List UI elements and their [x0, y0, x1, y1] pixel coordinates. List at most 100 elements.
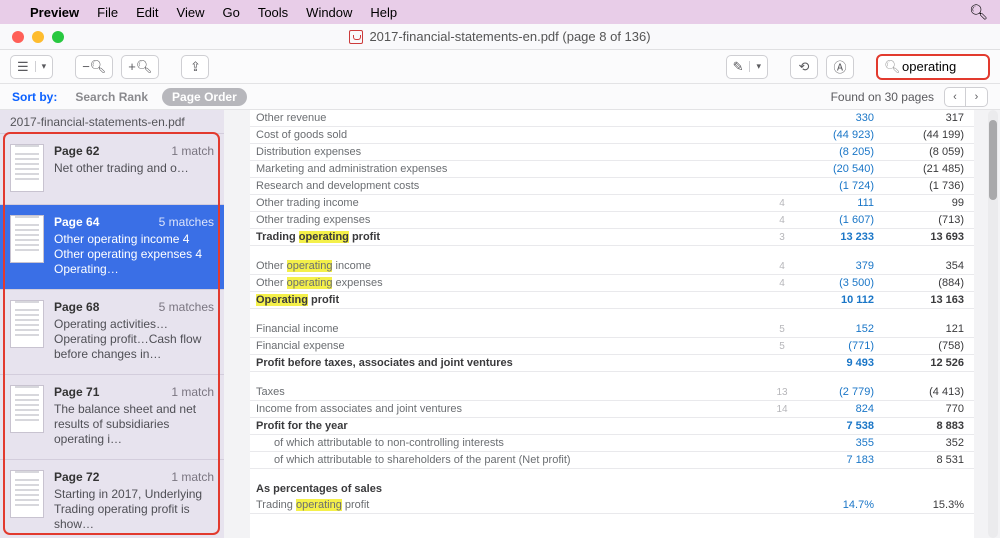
search-field[interactable]: 🔍︎	[876, 54, 990, 80]
prev-match-button[interactable]: ‹	[944, 87, 966, 107]
row-note: 4	[770, 198, 794, 209]
menu-go[interactable]: Go	[222, 5, 239, 20]
row-value-prior: 770	[884, 403, 974, 415]
result-snippet: Operating activities… Operating profit…C…	[54, 317, 214, 362]
next-match-button[interactable]: ›	[966, 87, 988, 107]
result-snippet: Starting in 2017, Underlying Trading ope…	[54, 487, 214, 532]
table-row: Other revenue330317	[250, 110, 974, 127]
row-value-prior: 317	[884, 112, 974, 124]
vertical-scrollbar[interactable]	[988, 110, 998, 538]
row-value-prior: 758	[884, 340, 974, 352]
menu-file[interactable]: File	[97, 5, 118, 20]
menu-edit[interactable]: Edit	[136, 5, 158, 20]
table-row: Trading operating profit313 23313 693	[250, 229, 974, 246]
pdf-icon	[349, 30, 363, 44]
menu-tools[interactable]: Tools	[258, 5, 288, 20]
row-label: Income from associates and joint venture…	[250, 403, 770, 415]
result-match-count: 1 match	[171, 144, 214, 158]
row-value-prior: 13 693	[884, 231, 974, 243]
menu-help[interactable]: Help	[370, 5, 397, 20]
row-value-current: 111	[794, 197, 884, 209]
row-label: Profit for the year	[250, 420, 770, 432]
sort-label: Sort by:	[12, 90, 57, 104]
row-value-current: 20 540	[794, 163, 884, 175]
table-row: of which attributable to shareholders of…	[250, 452, 974, 469]
row-label: Taxes	[250, 386, 770, 398]
row-note: 13	[770, 387, 794, 398]
row-value-prior: 12 526	[884, 357, 974, 369]
table-row: Operating profit10 11213 163	[250, 292, 974, 309]
document-pane[interactable]: Other revenue330317Cost of goods sold44 …	[224, 110, 1000, 538]
search-result[interactable]: Page 621 matchNet other trading and o…	[0, 133, 224, 204]
chevron-down-icon: ▾	[35, 61, 53, 72]
result-match-count: 5 matches	[159, 215, 214, 229]
markup-icon: Ⓐ	[833, 57, 846, 76]
close-button[interactable]	[12, 31, 24, 43]
pen-icon: ✎	[727, 59, 750, 75]
share-icon: ⇪	[190, 59, 201, 75]
search-result[interactable]: Page 721 matchStarting in 2017, Underlyi…	[0, 459, 224, 538]
rotate-button[interactable]: ⟲	[790, 55, 818, 79]
spotlight-icon[interactable]: 🔍︎	[969, 3, 988, 21]
table-row: Cost of goods sold44 92344 199	[250, 127, 974, 144]
row-label: Other operating income	[250, 260, 770, 272]
sidebar-heading: 2017-financial-statements-en.pdf	[0, 110, 224, 133]
minimize-button[interactable]	[32, 31, 44, 43]
zoom-button[interactable]	[52, 31, 64, 43]
chevron-down-icon: ▾	[749, 61, 767, 72]
share-button[interactable]: ⇪	[181, 55, 209, 79]
search-result[interactable]: Page 645 matchesOther operating income 4…	[0, 204, 224, 289]
search-nav: ‹ ›	[944, 87, 988, 107]
row-value-current: 1 607	[794, 214, 884, 226]
zoom-in-icon: +🔍︎	[128, 59, 152, 75]
page-thumbnail	[10, 144, 44, 192]
financial-table: Other revenue330317Cost of goods sold44 …	[250, 110, 974, 514]
table-row: of which attributable to non-controlling…	[250, 435, 974, 452]
row-note: 3	[770, 232, 794, 243]
row-value-current: 152	[794, 323, 884, 335]
rotate-icon: ⟲	[799, 59, 810, 75]
row-label: of which attributable to non-controlling…	[250, 437, 770, 449]
app-menu[interactable]: Preview	[30, 5, 79, 20]
result-page: Page 71	[54, 385, 99, 399]
row-value-current: 3 500	[794, 277, 884, 289]
table-row: Distribution expenses8 2058 059	[250, 144, 974, 161]
zoom-in-button[interactable]: +🔍︎	[121, 55, 159, 79]
table-row: Taxes132 7794 413	[250, 384, 974, 401]
search-sortbar: Sort by: Search Rank Page Order Found on…	[0, 84, 1000, 110]
result-page: Page 64	[54, 215, 99, 229]
row-value-current: 9 493	[794, 357, 884, 369]
row-value-current: 7 538	[794, 420, 884, 432]
sort-search-rank[interactable]: Search Rank	[75, 90, 148, 104]
view-mode-button[interactable]: ☰ ▾	[10, 55, 53, 79]
row-value-current: 7 183	[794, 454, 884, 466]
markup-pen-button[interactable]: ✎ ▾	[726, 55, 768, 79]
row-label: Financial income	[250, 323, 770, 335]
row-label: Other revenue	[250, 112, 770, 124]
search-result[interactable]: Page 685 matchesOperating activities… Op…	[0, 289, 224, 374]
sort-page-order[interactable]: Page Order	[162, 88, 247, 106]
row-value-current: 8 205	[794, 146, 884, 158]
markup-toolbar-button[interactable]: Ⓐ	[826, 55, 854, 79]
row-label: Marketing and administration expenses	[250, 163, 770, 175]
row-label: Other operating expenses	[250, 277, 770, 289]
row-label: Cost of goods sold	[250, 129, 770, 141]
row-label: of which attributable to shareholders of…	[250, 454, 770, 466]
row-value-prior: 1 736	[884, 180, 974, 192]
row-value-prior: 13 163	[884, 294, 974, 306]
window: 2017-financial-statements-en.pdf (page 8…	[0, 24, 1000, 538]
row-value-prior: 352	[884, 437, 974, 449]
table-row: Other trading income411199	[250, 195, 974, 212]
row-value-current: 2 779	[794, 386, 884, 398]
page-thumbnail	[10, 385, 44, 433]
search-result[interactable]: Page 711 matchThe balance sheet and net …	[0, 374, 224, 459]
row-label: Research and development costs	[250, 180, 770, 192]
result-page: Page 62	[54, 144, 99, 158]
menu-view[interactable]: View	[177, 5, 205, 20]
zoom-out-button[interactable]: −🔍︎	[75, 55, 113, 79]
row-label: Trading operating profit	[250, 231, 770, 243]
search-icon: 🔍︎	[884, 59, 901, 75]
row-label: Other trading income	[250, 197, 770, 209]
menu-window[interactable]: Window	[306, 5, 352, 20]
row-value-prior: 15.3	[884, 499, 974, 511]
